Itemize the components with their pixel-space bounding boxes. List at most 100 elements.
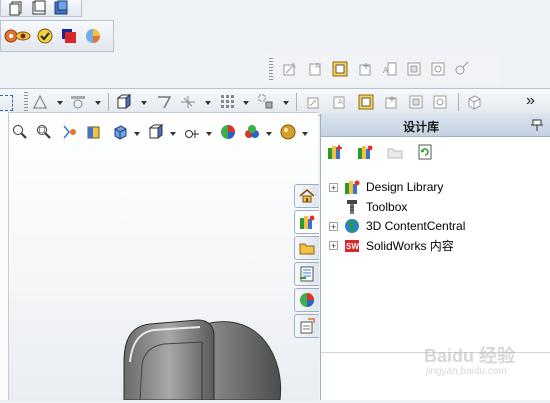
toolbar-separator <box>108 93 109 111</box>
toolbar-grip[interactable] <box>269 58 273 80</box>
zoom-to-area-icon[interactable] <box>36 124 52 140</box>
chevron-down-icon[interactable] <box>141 101 147 105</box>
viewport-left-edge <box>0 112 9 400</box>
tab-solidworks-resources[interactable] <box>294 184 319 208</box>
toolbar-overflow-button[interactable]: » <box>526 92 535 110</box>
heads-up-view-toolbar <box>8 120 320 144</box>
chevron-down-icon[interactable] <box>205 101 211 105</box>
sketch-icon[interactable] <box>32 94 48 110</box>
chevron-down-icon[interactable] <box>302 132 308 136</box>
zoom-to-fit-icon[interactable] <box>12 124 28 140</box>
tree-item-label: 3D ContentCentral <box>366 219 466 233</box>
color-square-icon[interactable] <box>61 28 77 44</box>
shaded-view-icon[interactable] <box>53 0 69 16</box>
apply-scene-icon[interactable] <box>244 124 260 140</box>
surface-finish-icon[interactable]: A <box>382 61 398 77</box>
folder-icon[interactable] <box>387 144 403 160</box>
view-orientation-icon[interactable] <box>112 124 128 140</box>
chevron-down-icon[interactable] <box>134 132 140 136</box>
folder-icon <box>299 240 315 256</box>
appearances-icon <box>299 292 315 308</box>
grid-pattern-icon[interactable] <box>220 94 236 110</box>
copy-view-icon[interactable] <box>9 0 25 16</box>
display-style-icon[interactable] <box>148 124 164 140</box>
tree-item-label: Design Library <box>366 180 444 194</box>
svg-text:A: A <box>338 99 343 106</box>
smart-dimension-icon[interactable] <box>306 94 322 110</box>
create-new-folder-icon[interactable] <box>357 144 373 160</box>
svg-text:A: A <box>291 63 296 70</box>
refresh-icon[interactable] <box>417 144 433 160</box>
block-icon[interactable] <box>466 94 482 110</box>
chevron-down-icon[interactable] <box>283 101 289 105</box>
weld-symbol-icon[interactable] <box>406 61 422 77</box>
design-library-icon <box>299 214 315 230</box>
weld-symbol-icon[interactable] <box>408 94 424 110</box>
add-file-location-icon[interactable] <box>327 144 343 160</box>
view-orientation-icon[interactable] <box>116 94 132 110</box>
tab-file-explorer[interactable] <box>294 236 319 260</box>
watermark-text: Baidu 经验 <box>424 346 516 366</box>
pin-icon[interactable] <box>529 117 545 133</box>
checkmark-icon[interactable] <box>37 28 53 44</box>
chevron-down-icon[interactable] <box>266 132 272 136</box>
chevron-down-icon[interactable] <box>206 132 212 136</box>
tree-item-solidworks-content[interactable]: + SW SolidWorks 内容 <box>329 236 454 254</box>
svg-text:A: A <box>315 63 320 70</box>
balloon-icon[interactable] <box>332 61 348 77</box>
hole-callout-icon[interactable] <box>430 61 446 77</box>
toolbar-separator <box>296 93 297 111</box>
balloon-icon[interactable] <box>358 94 374 110</box>
datum-icon[interactable] <box>384 94 400 110</box>
chevron-down-icon[interactable] <box>95 101 101 105</box>
expand-icon[interactable]: + <box>329 182 338 192</box>
hole-callout-icon[interactable] <box>432 94 448 110</box>
design-library-icon <box>344 179 360 195</box>
view-palette-icon <box>299 266 315 282</box>
note-icon[interactable]: A <box>308 61 324 77</box>
smart-dimension-icon[interactable]: A <box>282 61 298 77</box>
tab-appearances[interactable] <box>294 288 319 312</box>
tab-custom-properties[interactable] <box>294 314 319 338</box>
tab-design-library[interactable] <box>294 210 319 234</box>
view-toolbar-top <box>0 0 82 17</box>
note-icon[interactable]: A <box>332 94 348 110</box>
relations-icon[interactable] <box>258 94 274 110</box>
tree-item-design-library[interactable]: + Design Library <box>329 178 443 196</box>
eye-icon[interactable] <box>15 28 31 44</box>
svg-text:A: A <box>383 66 389 75</box>
toolbar-grip[interactable] <box>24 92 28 112</box>
solidworks-content-icon: SW <box>344 237 360 253</box>
toolbox-icon <box>344 199 360 215</box>
tree-item-toolbox[interactable]: Toolbox <box>329 198 407 216</box>
trim-icon[interactable] <box>180 94 196 110</box>
tree-item-3d-contentcentral[interactable]: + 3D ContentCentral <box>329 217 465 235</box>
expand-placeholder <box>329 203 338 212</box>
tab-view-palette[interactable] <box>294 262 319 286</box>
task-pane-title: 设计库 <box>402 120 439 134</box>
chevron-down-icon[interactable] <box>57 101 63 105</box>
globe-icon <box>344 218 360 234</box>
center-mark-icon[interactable] <box>454 61 470 77</box>
chevron-down-icon[interactable] <box>170 132 176 136</box>
sketch-toolbar-floating: A A A <box>266 54 500 84</box>
section-view-icon[interactable] <box>86 124 102 140</box>
design-library-toolbar <box>327 144 447 164</box>
home-icon <box>299 188 315 204</box>
window-icon[interactable] <box>31 0 47 16</box>
appearance-icon[interactable] <box>85 28 101 44</box>
part-model[interactable] <box>110 318 290 401</box>
chevron-down-icon[interactable] <box>243 101 249 105</box>
expand-icon[interactable]: + <box>329 221 338 231</box>
expand-icon[interactable]: + <box>329 240 338 250</box>
edit-appearance-icon[interactable] <box>220 124 236 140</box>
hide-show-items-icon[interactable] <box>184 124 200 140</box>
watermark-url: jingyan.baidu.com <box>426 366 507 377</box>
svg-text:SW: SW <box>346 242 359 251</box>
toolbar-separator <box>458 93 459 111</box>
view-settings-icon[interactable] <box>280 124 296 140</box>
previous-view-icon[interactable] <box>62 124 78 140</box>
reference-geometry-icon[interactable] <box>70 94 86 110</box>
mirror-icon[interactable] <box>156 94 172 110</box>
datum-icon[interactable] <box>358 61 374 77</box>
